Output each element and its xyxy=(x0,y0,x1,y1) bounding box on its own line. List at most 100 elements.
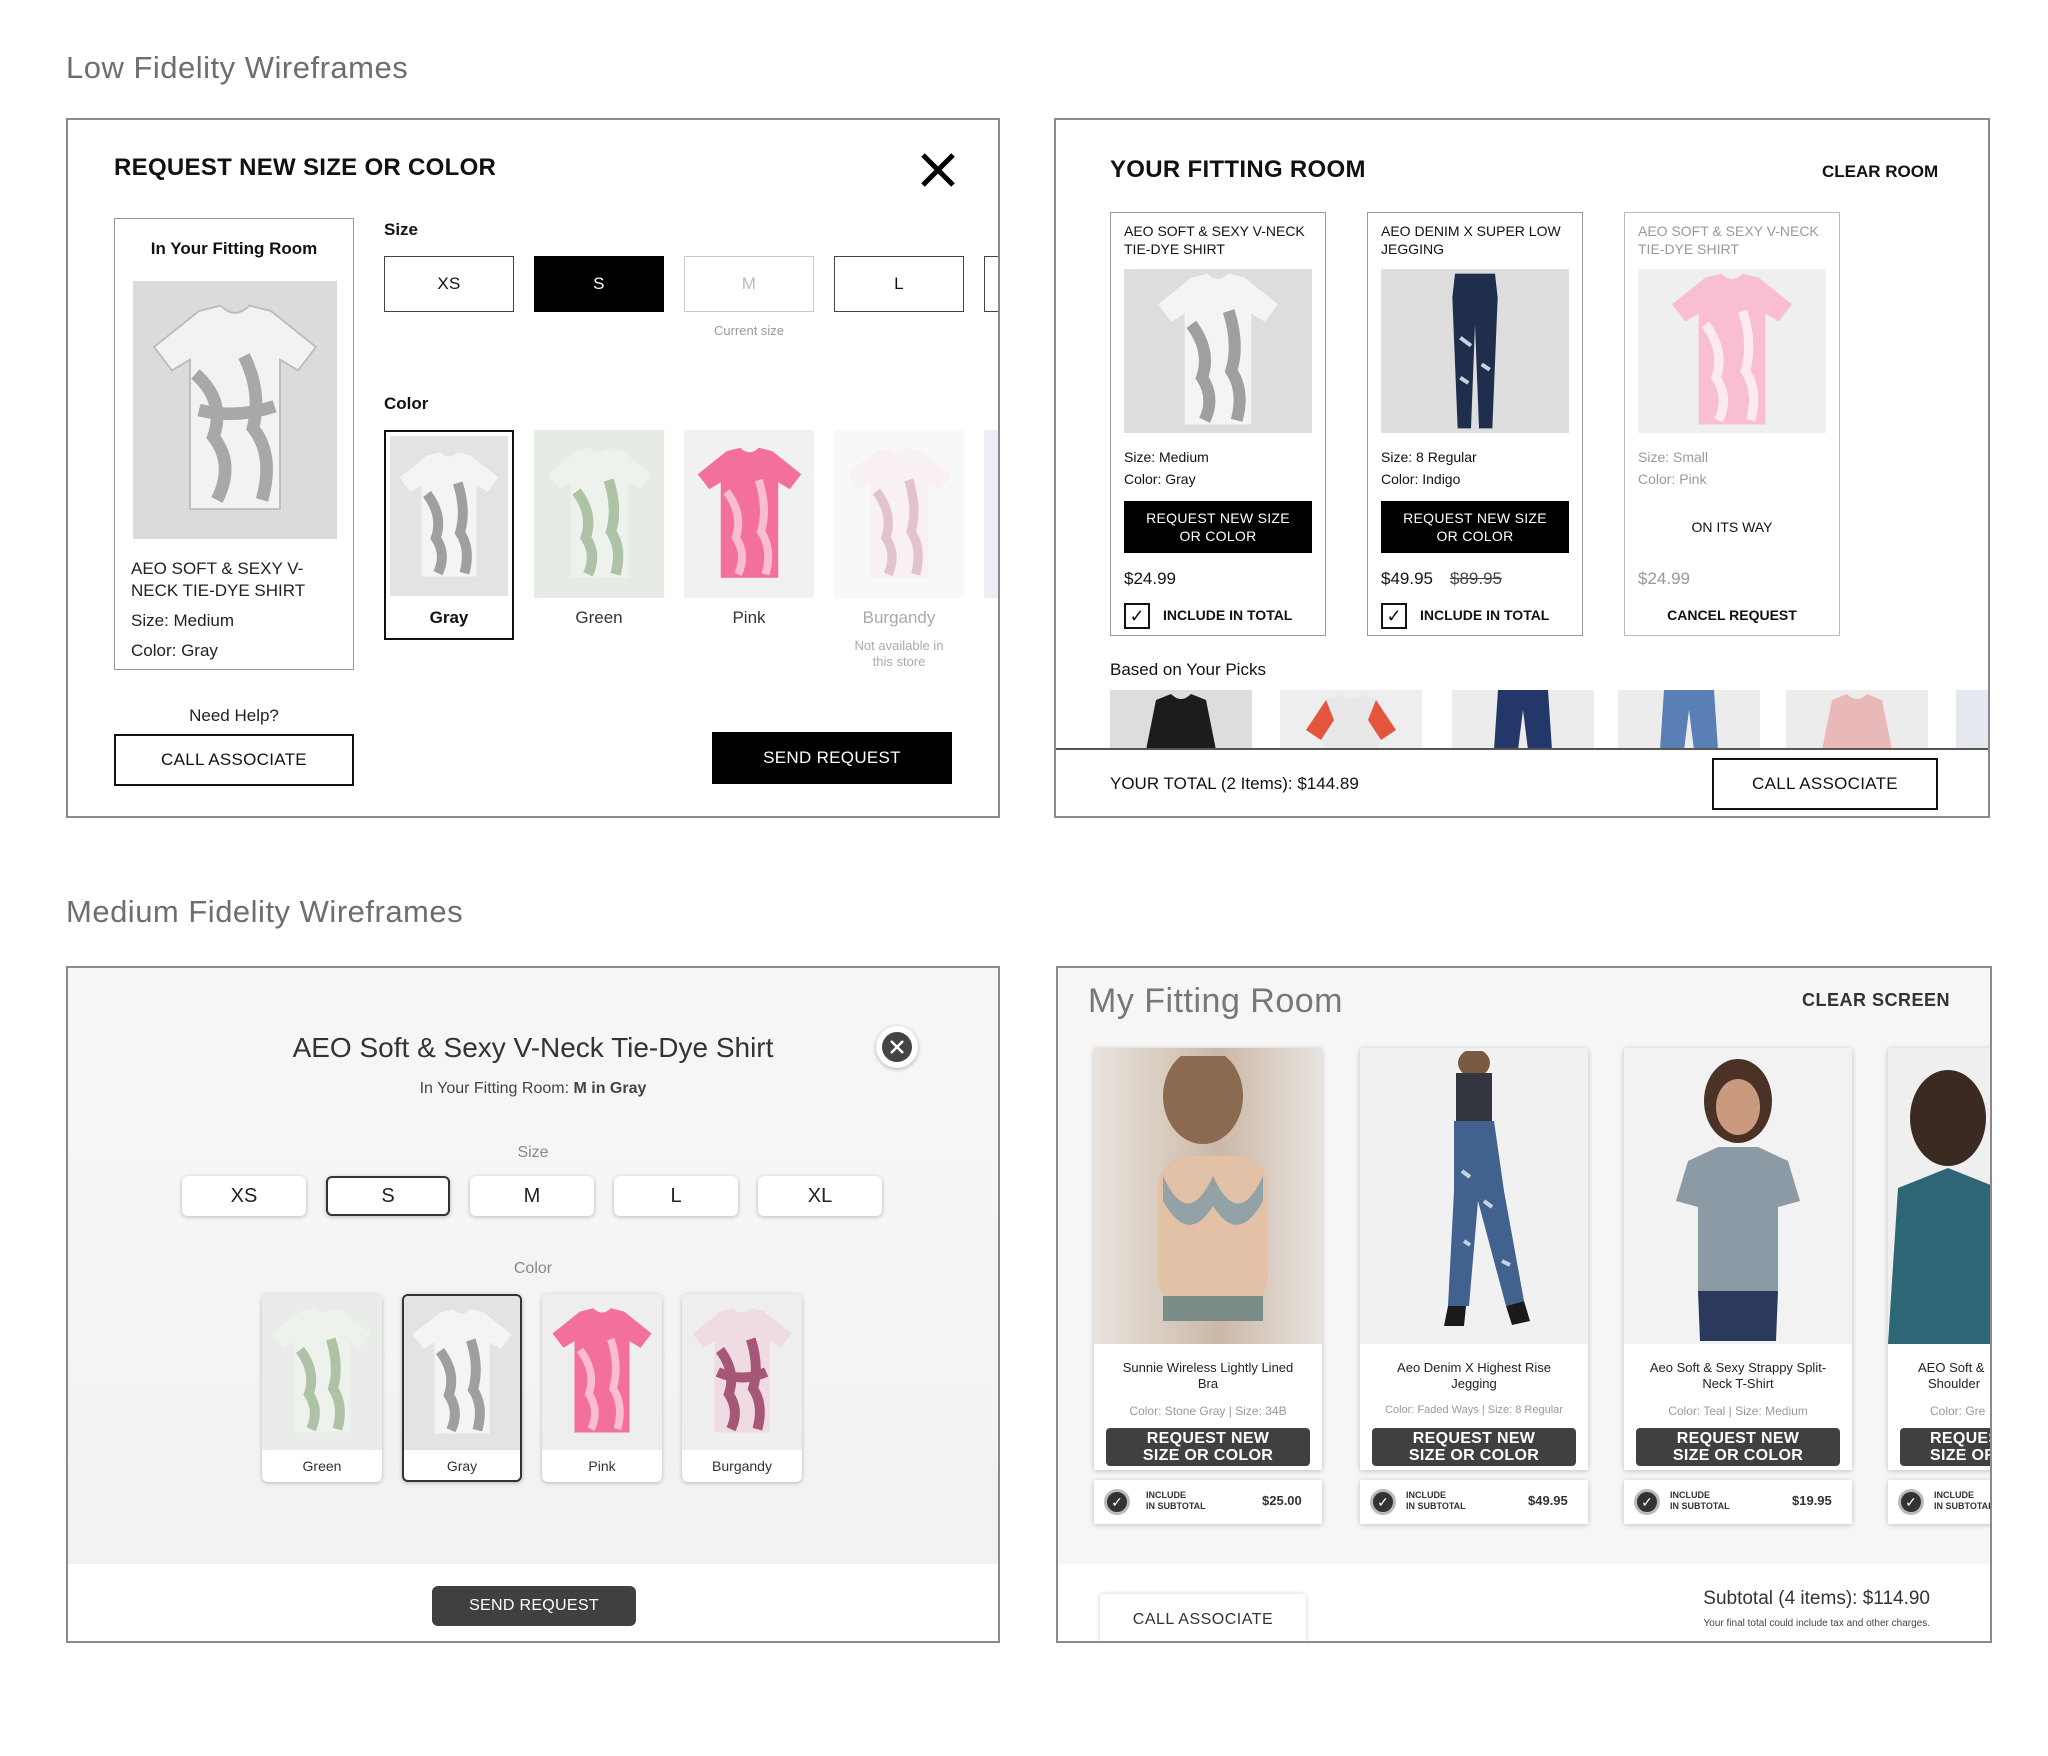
size-option-xs[interactable]: XS xyxy=(182,1176,306,1216)
color-label: Color xyxy=(384,394,429,413)
fitting-room-item: Sunnie Wireless Lightly Lined Bra Color:… xyxy=(1094,1048,1322,1470)
color-label-green: Green xyxy=(575,608,623,627)
color-option-gray[interactable]: Gray xyxy=(384,430,514,640)
size-option-m[interactable]: M xyxy=(684,256,814,312)
request-new-size-button[interactable]: REQUEST NEWSIZE OR COLOR xyxy=(1900,1428,1990,1466)
color-option-gray[interactable]: Gray xyxy=(402,1294,522,1482)
item-meta: Color: Teal | Size: Medium xyxy=(1668,1404,1808,1418)
jegging-model-image xyxy=(1360,1048,1588,1344)
fitting-room-subtitle: In Your Fitting Room: M in Gray xyxy=(68,1080,998,1098)
recommendation-item[interactable] xyxy=(1786,690,1928,750)
button-label-line-1: REQUEST NEW SIZE xyxy=(1403,510,1547,526)
button-label-line-1: REQUEST NEW SIZE xyxy=(1146,510,1290,526)
item-name-line-1: AEO Soft & xyxy=(1918,1360,1985,1375)
clear-screen-link[interactable]: CLEAR SCREEN xyxy=(1802,990,1950,1011)
check-icon: ✓ xyxy=(1898,1489,1924,1515)
item-meta: Color: Gre xyxy=(1930,1404,1986,1418)
include-checkbox[interactable]: ✓ xyxy=(1124,603,1150,629)
blouse-model-image xyxy=(1888,1048,1990,1344)
color-option-green[interactable]: Green xyxy=(534,430,664,640)
include-row[interactable]: ✓ INCLUDE IN SUBTOTAL xyxy=(1888,1480,1990,1524)
color-option-burgandy: Burgandy Not available in this store xyxy=(834,430,964,670)
size-option-overflow[interactable] xyxy=(984,256,998,312)
request-new-size-button[interactable]: REQUEST NEWSIZE OR COLOR xyxy=(1636,1428,1840,1466)
check-icon: ✓ xyxy=(1634,1489,1660,1515)
gray-shirt-image xyxy=(404,1296,520,1450)
color-option-burgandy[interactable]: Burgandy xyxy=(682,1294,802,1482)
close-button[interactable] xyxy=(876,1026,918,1068)
include-row[interactable]: ✓ INCLUDE IN SUBTOTAL $19.95 xyxy=(1624,1480,1852,1524)
include-line-2: IN SUBTOTAL xyxy=(1146,1501,1206,1511)
button-label-line-2: SIZE OR COLOR xyxy=(1930,1447,1990,1464)
item-meta: Color: Stone Gray | Size: 34B xyxy=(1129,1404,1287,1418)
request-new-size-button[interactable]: REQUEST NEWSIZE OR COLOR xyxy=(1372,1428,1576,1466)
request-new-size-button[interactable]: REQUEST NEWSIZE OR COLOR xyxy=(1106,1428,1310,1466)
size-option-s[interactable]: S xyxy=(326,1176,450,1216)
request-new-size-button[interactable]: REQUEST NEW SIZE OR COLOR xyxy=(1124,501,1312,553)
clear-room-link[interactable]: CLEAR ROOM xyxy=(1822,162,1938,182)
color-option-pink[interactable]: Pink xyxy=(542,1294,662,1482)
color-option-green[interactable]: Green xyxy=(262,1294,382,1482)
item-name-line-1: Aeo Denim X Highest Rise xyxy=(1397,1360,1551,1375)
item-name-line-1: Aeo Soft & Sexy Strappy Split- xyxy=(1649,1360,1827,1375)
size-option-l[interactable]: L xyxy=(614,1176,738,1216)
recommendation-item[interactable] xyxy=(1110,690,1252,750)
color-label-burgandy: Burgandy xyxy=(862,608,936,627)
call-associate-button[interactable]: CALL ASSOCIATE xyxy=(114,734,354,786)
pink-shirt-image xyxy=(684,430,814,598)
size-label: Size xyxy=(517,1144,549,1161)
color-option-overflow[interactable] xyxy=(984,430,998,598)
close-icon[interactable] xyxy=(920,152,956,188)
send-request-button[interactable]: SEND REQUEST xyxy=(432,1586,636,1626)
item-price: $49.95 xyxy=(1528,1493,1568,1508)
fitting-room-item: AEO Soft & Shoulder Color: Gre REQUEST N… xyxy=(1888,1048,1990,1470)
product-name-line-2: NECK TIE-DYE SHIRT xyxy=(131,581,306,600)
send-request-button[interactable]: SEND REQUEST xyxy=(712,732,952,784)
size-option-xs[interactable]: XS xyxy=(384,256,514,312)
item-name-line-1: AEO SOFT & SEXY V-NECK xyxy=(1638,223,1819,239)
pink-shirt-image xyxy=(542,1294,662,1450)
size-option-s[interactable]: S xyxy=(534,256,664,312)
button-label-line-2: SIZE OR COLOR xyxy=(1408,1447,1540,1464)
size-option-l[interactable]: L xyxy=(834,256,964,312)
include-row[interactable]: ✓ INCLUDE IN SUBTOTAL $49.95 xyxy=(1360,1480,1588,1524)
current-size-note: Current size xyxy=(713,323,785,338)
color-label-gray: Gray xyxy=(446,1458,478,1474)
color-label-pink: Pink xyxy=(732,608,766,627)
item-original-price: $89.95 xyxy=(1450,569,1502,588)
recommendation-item[interactable] xyxy=(1956,690,1988,750)
footer-bar: YOUR TOTAL (2 Items): $144.89 CALL ASSOC… xyxy=(1056,748,1988,816)
request-new-size-button[interactable]: REQUEST NEW SIZE OR COLOR xyxy=(1381,501,1569,553)
fitting-room-item: Aeo Soft & Sexy Strappy Split- Neck T-Sh… xyxy=(1624,1048,1852,1470)
recommendation-item[interactable] xyxy=(1618,690,1760,750)
item-name-line-2: Jegging xyxy=(1451,1376,1497,1391)
cancel-request-link[interactable]: CANCEL REQUEST xyxy=(1625,607,1839,623)
close-icon xyxy=(882,1032,912,1062)
color-option-pink[interactable]: Pink xyxy=(684,430,814,640)
call-associate-button[interactable]: CALL ASSOCIATE xyxy=(1712,758,1938,810)
button-label-line-2: OR COLOR xyxy=(1179,528,1257,544)
call-associate-button[interactable]: CALL ASSOCIATE xyxy=(1100,1594,1306,1641)
item-image xyxy=(1638,269,1826,433)
include-label: INCLUDE IN TOTAL xyxy=(1420,607,1550,623)
total-text: YOUR TOTAL (2 Items): $144.89 xyxy=(1110,774,1359,793)
check-icon: ✓ xyxy=(1129,606,1145,626)
fitting-room-title: My Fitting Room xyxy=(1088,982,1343,1020)
recommendation-item[interactable] xyxy=(1280,690,1422,750)
include-row[interactable]: ✓ INCLUDE IN SUBTOTAL $25.00 xyxy=(1094,1480,1322,1524)
size-option-xl[interactable]: XL xyxy=(758,1176,882,1216)
button-label-line-2: OR COLOR xyxy=(1436,528,1514,544)
include-checkbox[interactable]: ✓ xyxy=(1381,603,1407,629)
check-icon: ✓ xyxy=(1370,1489,1396,1515)
item-name-line-2: TIE-DYE SHIRT xyxy=(1124,241,1225,257)
subtotal-text: Subtotal (4 items): $114.90 xyxy=(1703,1588,1930,1609)
fitting-room-item: Aeo Denim X Highest Rise Jegging Color: … xyxy=(1360,1048,1588,1470)
size-option-m[interactable]: M xyxy=(470,1176,594,1216)
include-line-2: IN SUBTOTAL xyxy=(1406,1501,1466,1511)
recommendation-item[interactable] xyxy=(1452,690,1594,750)
button-label-line-1: REQUEST NEW xyxy=(1146,1430,1270,1447)
color-label-green: Green xyxy=(302,1458,342,1474)
item-price: $24.99 xyxy=(1638,569,1690,588)
gray-shirt-image xyxy=(390,436,508,596)
item-size: Size: Small xyxy=(1638,449,1709,465)
